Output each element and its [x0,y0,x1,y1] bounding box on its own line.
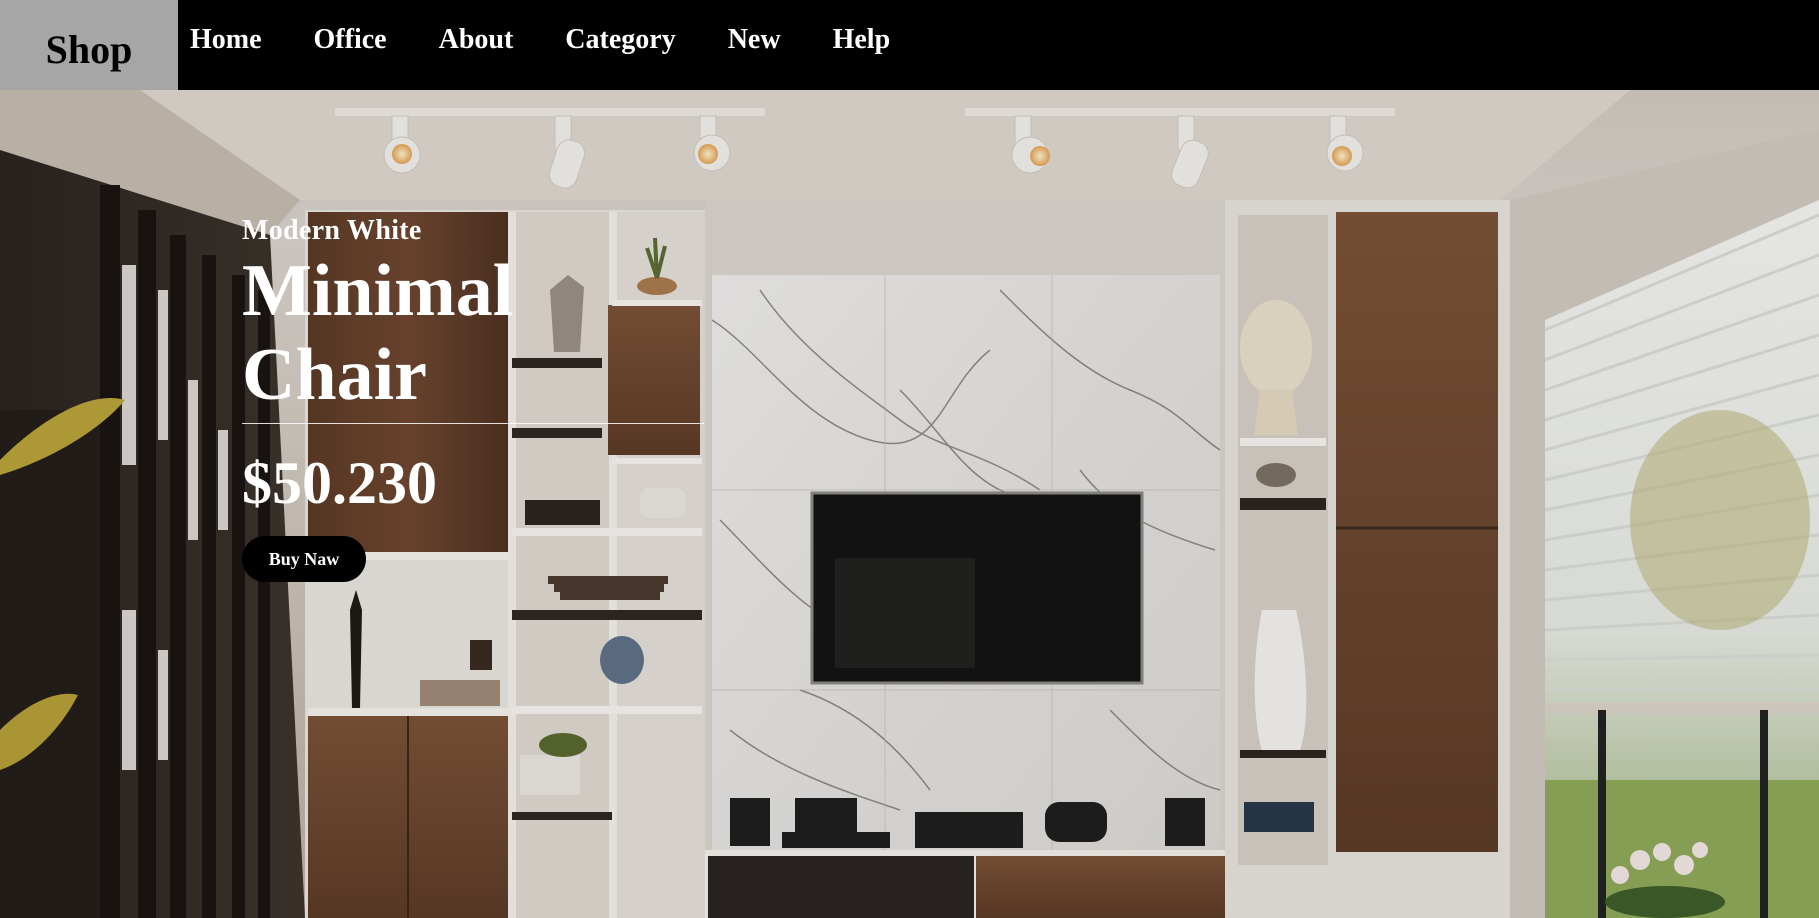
top-navbar: Shop Home Office About Category New Help [0,0,1819,90]
hero-price: $50.230 [242,450,437,516]
brand-logo[interactable]: Shop [0,0,178,90]
main-nav: Home Office About Category New Help [190,0,890,80]
hero-kicker: Modern White [242,215,422,246]
hero-copy: Modern White Minimal Chair $50.230 Buy N… [242,215,704,582]
nav-about[interactable]: About [439,24,514,56]
buy-now-button[interactable]: Buy Naw [242,536,366,582]
hero-title: Minimal Chair [242,249,704,417]
hero-divider [242,423,704,424]
nav-office[interactable]: Office [314,24,387,56]
hero-title-line-2: Chair [242,334,427,416]
nav-category[interactable]: Category [565,24,675,56]
nav-help[interactable]: Help [833,24,891,56]
hero-section: Modern White Minimal Chair $50.230 Buy N… [0,90,1819,918]
nav-new[interactable]: New [728,24,781,56]
hero-title-line-1: Minimal [242,250,514,332]
nav-home[interactable]: Home [190,24,262,56]
